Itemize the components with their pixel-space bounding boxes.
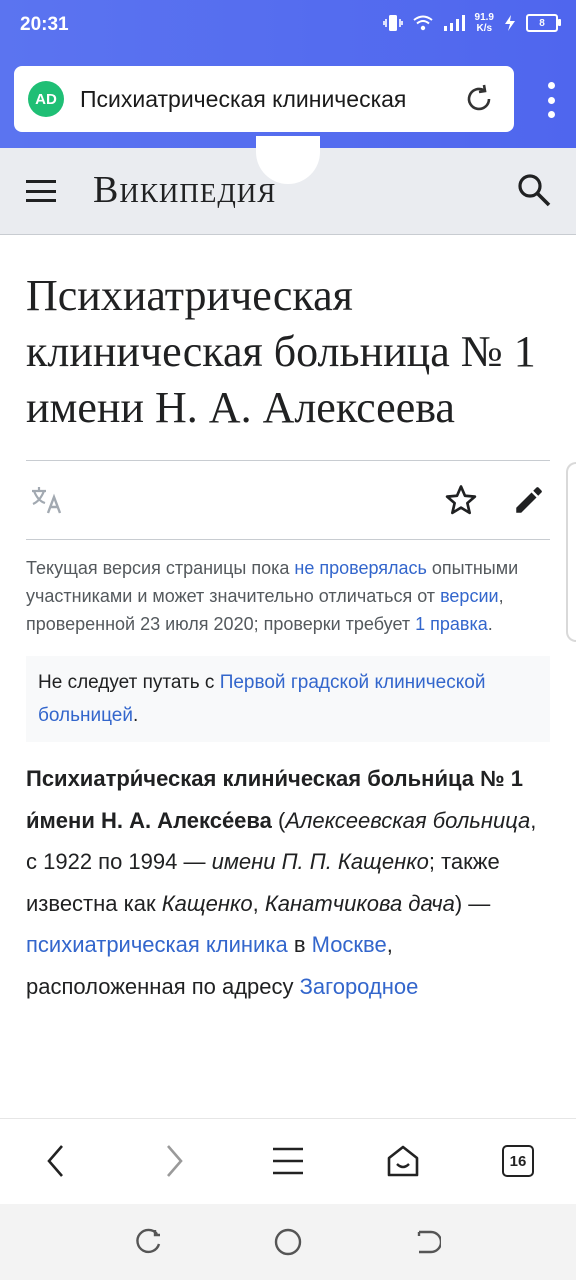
- article-content: Психиатрическая клиническая больница № 1…: [26, 234, 550, 1007]
- page-actions: [26, 461, 550, 539]
- adblock-logo-icon[interactable]: AD: [28, 81, 64, 117]
- pending-edits-link[interactable]: 1 правка: [415, 614, 488, 634]
- not-checked-link[interactable]: не проверялась: [294, 558, 427, 578]
- recent-apps-icon[interactable]: [131, 1224, 167, 1260]
- back-nav-icon[interactable]: [409, 1224, 445, 1260]
- status-icons: 91.9 K/s 8: [382, 12, 561, 34]
- hatnote: Не следует путать с Первой градской клин…: [26, 656, 550, 742]
- lead-italic: Канатчикова дача: [264, 890, 455, 916]
- notice-text: .: [487, 614, 493, 634]
- search-icon[interactable]: [516, 172, 552, 208]
- reload-icon[interactable]: [462, 82, 496, 116]
- version-link[interactable]: версии: [440, 586, 499, 606]
- star-icon[interactable]: [444, 483, 478, 522]
- actions-divider: [26, 539, 550, 540]
- address-bar[interactable]: AD Психиатрическая клиническая: [14, 66, 514, 132]
- lead-text: ) —: [454, 890, 491, 916]
- lead-italic: Алексеевская больница: [285, 807, 531, 833]
- back-icon[interactable]: [36, 1141, 76, 1181]
- network-speed-value: 91.9: [474, 12, 494, 23]
- home-icon[interactable]: [383, 1141, 423, 1181]
- system-navigation-bar: [0, 1204, 576, 1280]
- hatnote-text: .: [132, 705, 139, 726]
- page-title: Психиатрическая клиническая больница № 1…: [26, 271, 536, 432]
- translate-icon[interactable]: [30, 485, 64, 520]
- lead-text: ,: [252, 890, 265, 916]
- side-panel-handle[interactable]: [566, 462, 576, 642]
- forward-icon[interactable]: [154, 1141, 194, 1181]
- lead-text: (: [271, 807, 286, 833]
- review-notice: Текущая версия страницы пока не проверял…: [26, 554, 550, 638]
- network-speed-unit: K/s: [476, 23, 493, 34]
- wikipedia-logo[interactable]: Википедия: [93, 168, 276, 212]
- notice-text: Текущая версия страницы пока: [26, 558, 295, 578]
- url-text[interactable]: Психиатрическая клиническая: [80, 86, 452, 113]
- lead-paragraph: Психиатри́ческая клини́ческая больни́ца …: [26, 758, 550, 1007]
- zagorodnoe-link[interactable]: Загородное: [300, 974, 419, 999]
- wifi-icon: [412, 15, 433, 31]
- moscow-link[interactable]: Москве: [312, 932, 387, 957]
- battery-indicator: 8: [526, 14, 561, 32]
- tabs-icon[interactable]: 16: [498, 1141, 538, 1181]
- lead-italic: имени П. П. Кащенко: [211, 849, 429, 874]
- kebab-menu-icon[interactable]: [546, 82, 556, 118]
- menu-icon[interactable]: [268, 1141, 308, 1181]
- lead-italic: Кащенко: [161, 890, 253, 916]
- browser-toolbar: 16: [0, 1118, 576, 1205]
- lead-text: в: [287, 932, 312, 957]
- browser-top-area: 20:31 91.9 K/s 8 AD Психиатрическая клин…: [0, 0, 576, 148]
- tabs-count[interactable]: 16: [502, 1145, 534, 1177]
- network-speed: 91.9 K/s: [475, 12, 494, 34]
- vibrate-icon: [382, 15, 403, 31]
- hatnote-text: Не следует путать с: [38, 672, 220, 693]
- signal-icon: [443, 15, 465, 31]
- status-bar: 20:31 91.9 K/s 8: [0, 0, 576, 52]
- status-time: 20:31: [20, 14, 69, 35]
- edit-icon[interactable]: [512, 483, 546, 522]
- hamburger-menu-icon[interactable]: [26, 180, 56, 202]
- charging-icon: [505, 15, 515, 31]
- home-circle-icon[interactable]: [270, 1224, 306, 1260]
- psychiatric-clinic-link[interactable]: психиатрическая клиника: [26, 932, 288, 957]
